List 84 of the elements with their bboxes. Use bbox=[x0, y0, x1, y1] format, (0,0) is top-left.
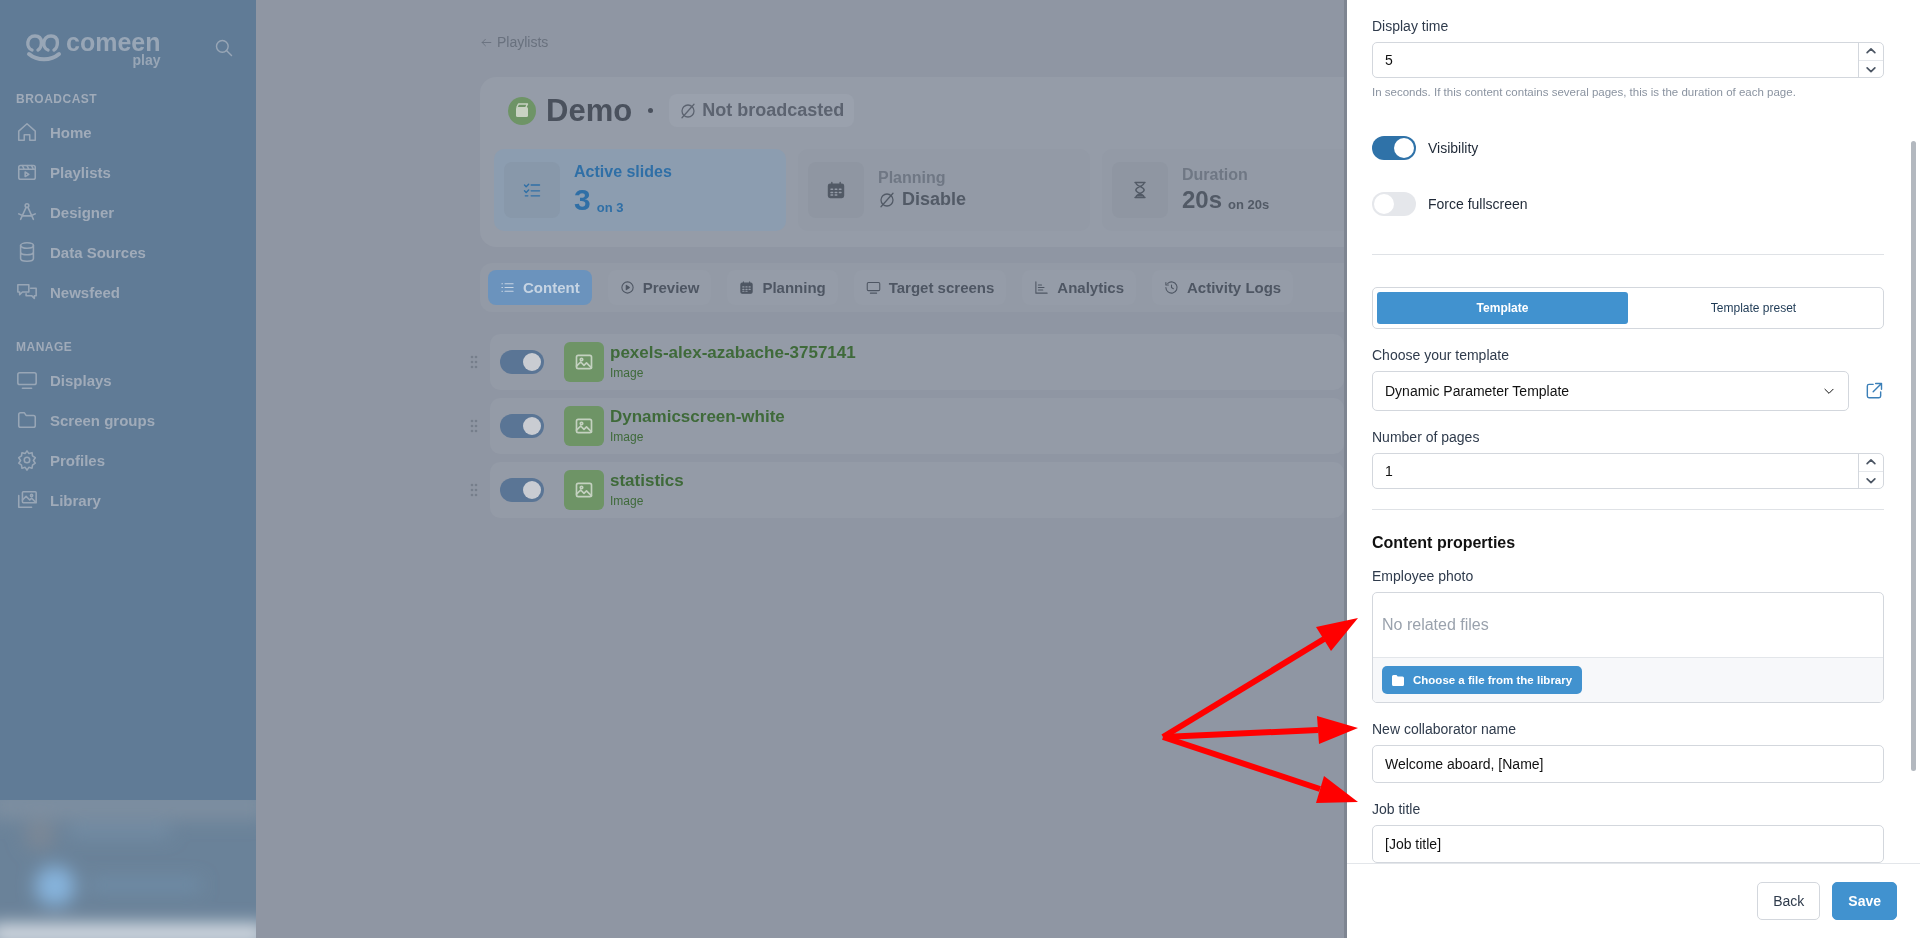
calendar-icon bbox=[739, 279, 755, 295]
toggle-label: Visibility bbox=[1428, 140, 1479, 156]
sidebar-item[interactable]: Playlists bbox=[0, 152, 256, 192]
section-heading: BROADCAST bbox=[15, 92, 99, 106]
sidebar-item[interactable]: Home bbox=[0, 112, 256, 152]
toggle-switch[interactable] bbox=[500, 413, 544, 438]
content-row[interactable]: statistics Image bbox=[490, 461, 1344, 518]
empty-message: No related files bbox=[1381, 615, 1490, 635]
tab[interactable]: Template preset bbox=[1628, 292, 1879, 324]
stat-value: Disable bbox=[902, 189, 967, 210]
drag-handle-icon[interactable] bbox=[470, 482, 478, 497]
content-name: Dynamicscreen-white bbox=[610, 407, 785, 427]
logo-text: comeen bbox=[66, 30, 161, 54]
content-name: statistics bbox=[610, 471, 684, 491]
separator-dot bbox=[648, 108, 654, 113]
save-button[interactable]: Save bbox=[1832, 882, 1897, 920]
toggle-switch[interactable] bbox=[1372, 136, 1416, 160]
library-button[interactable]: Choose a file from the library bbox=[1382, 666, 1583, 694]
input-field[interactable]: [Job title] bbox=[1372, 825, 1884, 863]
search-icon[interactable] bbox=[214, 38, 234, 58]
toggle-switch[interactable] bbox=[1372, 192, 1416, 216]
history-icon bbox=[1164, 279, 1180, 295]
content-row[interactable]: Dynamicscreen-white Image bbox=[490, 397, 1344, 454]
tab[interactable]: Template bbox=[1377, 292, 1628, 324]
monitor-icon bbox=[865, 279, 881, 295]
back-button[interactable]: Back bbox=[1757, 882, 1821, 920]
external-link-icon[interactable] bbox=[1864, 381, 1884, 401]
sidebar-item[interactable]: Data Sources bbox=[0, 232, 256, 272]
image-icon bbox=[564, 405, 604, 446]
stat-card[interactable]: Active slides 3 on 3 bbox=[494, 148, 786, 231]
status-badge: Not broadcasted bbox=[669, 94, 855, 127]
sidebar-item[interactable]: Screen groups bbox=[0, 400, 256, 440]
compass-icon bbox=[16, 201, 38, 223]
image-icon bbox=[564, 469, 604, 510]
field-label: Display time bbox=[1372, 18, 1450, 34]
drag-handle-icon[interactable] bbox=[470, 418, 478, 433]
field-label: Choose your template bbox=[1372, 347, 1510, 363]
section-title: Content properties bbox=[1372, 534, 1517, 552]
calendar-icon bbox=[826, 179, 846, 200]
pictures-icon bbox=[16, 489, 38, 511]
content-row[interactable]: pexels-alex-azabache-3757141 Image bbox=[490, 333, 1344, 390]
empty-set-icon bbox=[878, 190, 896, 209]
sidebar-item[interactable]: Library bbox=[0, 480, 256, 520]
stat-value: 20s bbox=[1182, 185, 1223, 214]
chart-icon bbox=[1034, 279, 1050, 295]
sidebar-item[interactable]: Designer bbox=[0, 192, 256, 232]
folder-icon bbox=[1392, 674, 1404, 686]
logo-subtitle: play bbox=[132, 54, 161, 66]
field-label: Employee photo bbox=[1372, 568, 1475, 584]
section-heading: MANAGE bbox=[15, 340, 74, 354]
sidebar-item[interactable]: Profiles bbox=[0, 440, 256, 480]
stat-label: Active slides bbox=[574, 162, 672, 181]
empty-set-icon bbox=[679, 101, 698, 120]
help-text: In seconds. If this content contains several pages, this is the duration of each page. bbox=[1372, 86, 1797, 98]
content-type: Image bbox=[610, 494, 645, 508]
stat-value: 3 bbox=[574, 182, 591, 217]
toggle-switch[interactable] bbox=[500, 477, 544, 502]
tab[interactable]: Content bbox=[488, 269, 592, 305]
monitor-icon bbox=[16, 369, 38, 391]
playlist-icon bbox=[508, 96, 536, 125]
image-icon bbox=[564, 341, 604, 382]
play-icon bbox=[619, 279, 635, 295]
toggle-label: Force fullscreen bbox=[1428, 196, 1528, 212]
scrollbar[interactable] bbox=[1911, 141, 1916, 771]
field-label: New collaborator name bbox=[1372, 721, 1517, 737]
input-field[interactable]: Welcome aboard, [Name] bbox=[1372, 745, 1884, 783]
field-label: Job title bbox=[1372, 801, 1422, 817]
folder-icon bbox=[16, 409, 38, 431]
stat-subtext: on 3 bbox=[596, 199, 624, 215]
drag-handle-icon[interactable] bbox=[470, 354, 478, 369]
number-field[interactable]: 5 bbox=[1372, 42, 1884, 78]
field-label: Number of pages bbox=[1372, 429, 1481, 445]
toggle-switch[interactable] bbox=[500, 349, 544, 374]
sidebar-item[interactable]: Displays bbox=[0, 360, 256, 400]
stat-subtext: on 20s bbox=[1228, 196, 1270, 212]
content-type: Image bbox=[610, 366, 645, 380]
playlist-title: Demo bbox=[546, 92, 633, 129]
sidebar-item[interactable]: Newsfeed bbox=[0, 272, 256, 312]
settings-icon bbox=[16, 449, 38, 471]
home-icon bbox=[16, 121, 38, 143]
number-field[interactable]: 1 bbox=[1372, 453, 1884, 489]
content-name: pexels-alex-azabache-3757141 bbox=[610, 343, 856, 363]
template-select[interactable]: Dynamic Parameter Template bbox=[1372, 371, 1849, 411]
content-type: Image bbox=[610, 430, 645, 444]
